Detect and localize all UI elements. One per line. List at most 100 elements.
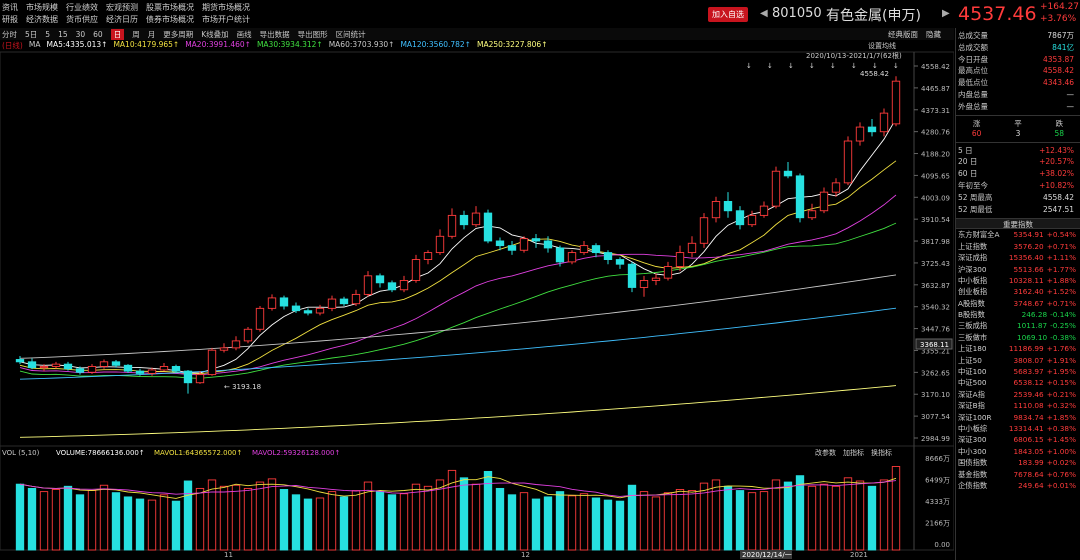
candle-body[interactable]: [543, 240, 553, 249]
candle-body[interactable]: [111, 361, 121, 366]
candle-body[interactable]: [891, 80, 901, 125]
volume-bar[interactable]: [15, 483, 25, 551]
candle-body[interactable]: [159, 366, 169, 371]
candle-body[interactable]: [87, 366, 97, 373]
index-row[interactable]: 深证B指 1110.08 +0.32%: [956, 400, 1080, 411]
candle-body[interactable]: [363, 275, 373, 295]
candle-body[interactable]: [423, 252, 433, 261]
volume-bar[interactable]: [39, 491, 49, 551]
index-row[interactable]: 中证100 5683.97 +1.95%: [956, 366, 1080, 377]
volume-bar[interactable]: [99, 484, 109, 551]
candle-body[interactable]: [471, 212, 481, 226]
candle-body[interactable]: [219, 347, 229, 351]
candle-body[interactable]: [375, 275, 385, 284]
candle-body[interactable]: [39, 366, 49, 369]
candle-body[interactable]: [411, 259, 421, 281]
candle-body[interactable]: [51, 363, 61, 367]
volume-bar[interactable]: [831, 485, 841, 551]
volume-bar[interactable]: [855, 480, 865, 551]
volume-indicator-button[interactable]: 换指标: [871, 448, 892, 457]
volume-bar[interactable]: [111, 492, 121, 551]
candle-body[interactable]: [99, 361, 109, 367]
volume-bar[interactable]: [879, 479, 889, 551]
index-row[interactable]: 上证50 3808.07 +1.91%: [956, 355, 1080, 366]
candle-body[interactable]: [675, 252, 685, 267]
volume-bar[interactable]: [471, 483, 481, 551]
candle-body[interactable]: [867, 126, 877, 133]
volume-bar[interactable]: [183, 480, 193, 551]
candle-body[interactable]: [63, 363, 73, 370]
candle-body[interactable]: [663, 266, 673, 279]
candle-body[interactable]: [807, 210, 817, 219]
candle-body[interactable]: [147, 369, 157, 374]
volume-bar[interactable]: [459, 477, 469, 551]
candle-body[interactable]: [699, 217, 709, 244]
index-row[interactable]: 上证指数 3576.20 +0.71%: [956, 241, 1080, 252]
volume-bar[interactable]: [411, 483, 421, 551]
volume-indicator-button[interactable]: 加指标: [843, 448, 864, 457]
candle-body[interactable]: [303, 310, 313, 314]
candle-body[interactable]: [627, 263, 637, 288]
candle-body[interactable]: [567, 252, 577, 263]
volume-bar[interactable]: [279, 489, 289, 551]
candle-body[interactable]: [615, 259, 625, 265]
volume-bar[interactable]: [207, 479, 217, 551]
volume-bar[interactable]: [75, 494, 85, 551]
index-row[interactable]: 深证成指 15356.40 +1.11%: [956, 252, 1080, 263]
index-row[interactable]: 深证A指 2539.46 +0.21%: [956, 389, 1080, 400]
volume-bar[interactable]: [591, 497, 601, 551]
candle-body[interactable]: [771, 170, 781, 207]
candle-body[interactable]: [327, 298, 337, 309]
candle-body[interactable]: [267, 297, 277, 309]
candle-body[interactable]: [339, 298, 349, 305]
volume-bar[interactable]: [231, 484, 241, 551]
volume-bar[interactable]: [27, 487, 37, 551]
candle-body[interactable]: [723, 200, 733, 212]
index-row[interactable]: 基金指数 7678.64 +0.76%: [956, 469, 1080, 480]
volume-bar[interactable]: [519, 492, 529, 551]
index-row[interactable]: 国债指数 183.99 +0.02%: [956, 457, 1080, 468]
volume-bar[interactable]: [615, 500, 625, 551]
candle-body[interactable]: [819, 191, 829, 212]
candle-body[interactable]: [387, 282, 397, 291]
volume-bar[interactable]: [795, 475, 805, 551]
volume-bar[interactable]: [339, 496, 349, 551]
volume-bar[interactable]: [687, 490, 697, 551]
candle-body[interactable]: [531, 238, 541, 242]
index-row[interactable]: 创业板指 3162.40 +1.52%: [956, 286, 1080, 297]
volume-bar[interactable]: [243, 487, 253, 551]
candle-body[interactable]: [351, 293, 361, 305]
index-row[interactable]: 深证300 6806.15 +1.45%: [956, 434, 1080, 445]
volume-bar[interactable]: [531, 498, 541, 551]
candle-body[interactable]: [279, 297, 289, 307]
candle-body[interactable]: [255, 307, 265, 330]
candle-body[interactable]: [195, 374, 205, 384]
candle-body[interactable]: [591, 245, 601, 254]
candle-body[interactable]: [783, 170, 793, 177]
volume-bar[interactable]: [639, 491, 649, 551]
index-row[interactable]: 中小板指 10328.11 +1.88%: [956, 275, 1080, 286]
volume-bar[interactable]: [819, 483, 829, 551]
volume-indicator-button[interactable]: 改参数: [815, 448, 836, 457]
candle-body[interactable]: [315, 307, 325, 314]
candle-body[interactable]: [879, 112, 889, 133]
candle-body[interactable]: [243, 328, 253, 342]
volume-bar[interactable]: [567, 495, 577, 551]
volume-bar[interactable]: [135, 498, 145, 551]
candle-body[interactable]: [651, 277, 661, 281]
candle-body[interactable]: [15, 359, 25, 363]
candle-body[interactable]: [759, 205, 769, 216]
index-row[interactable]: 上证180 11186.99 +1.76%: [956, 343, 1080, 354]
candle-body[interactable]: [735, 210, 745, 226]
candle-body[interactable]: [27, 361, 37, 369]
volume-bar[interactable]: [507, 494, 517, 551]
candle-body[interactable]: [687, 242, 697, 254]
volume-bar[interactable]: [867, 485, 877, 551]
volume-bar[interactable]: [195, 487, 205, 551]
volume-bar[interactable]: [291, 494, 301, 551]
volume-bar[interactable]: [603, 499, 613, 551]
candle-body[interactable]: [447, 214, 457, 237]
candle-body[interactable]: [171, 366, 181, 372]
volume-bar[interactable]: [543, 496, 553, 551]
volume-bar[interactable]: [303, 498, 313, 551]
